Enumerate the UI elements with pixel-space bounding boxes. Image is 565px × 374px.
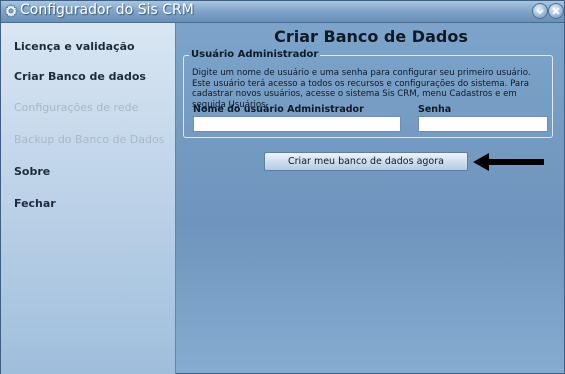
password-input[interactable]	[418, 116, 548, 132]
sidebar-item-sobre[interactable]: Sobre	[14, 165, 50, 178]
minimize-icon	[536, 9, 544, 15]
password-label: Senha	[418, 104, 452, 115]
sidebar: Licença e validação Criar Banco de dados…	[1, 23, 176, 374]
page-title: Criar Banco de Dados	[274, 27, 468, 46]
minimize-button[interactable]	[532, 3, 548, 19]
title-bar[interactable]: Configurador do Sis CRM	[1, 1, 564, 23]
arrow-left-icon	[473, 153, 544, 171]
sidebar-item-configuracoes-rede: Configurações de rede	[14, 101, 139, 114]
sidebar-item-backup: Backup do Banco de Dados	[14, 133, 165, 146]
username-input[interactable]	[193, 116, 401, 132]
sidebar-item-criar-banco[interactable]: Criar Banco de dados	[14, 70, 146, 83]
sidebar-item-licenca[interactable]: Licença e validação	[14, 40, 135, 53]
sidebar-item-fechar[interactable]: Fechar	[14, 197, 56, 210]
group-label: Usuário Administrador	[189, 49, 321, 60]
create-database-button[interactable]: Criar meu banco de dados agora	[264, 152, 468, 171]
close-button[interactable]	[548, 3, 564, 19]
gear-icon	[3, 3, 19, 19]
close-icon	[552, 7, 560, 15]
app-window: Configurador do Sis CRM Licença e valida…	[0, 0, 565, 374]
username-label: Nome do usuário Administrador	[193, 104, 364, 115]
window-title: Configurador do Sis CRM	[20, 2, 194, 18]
